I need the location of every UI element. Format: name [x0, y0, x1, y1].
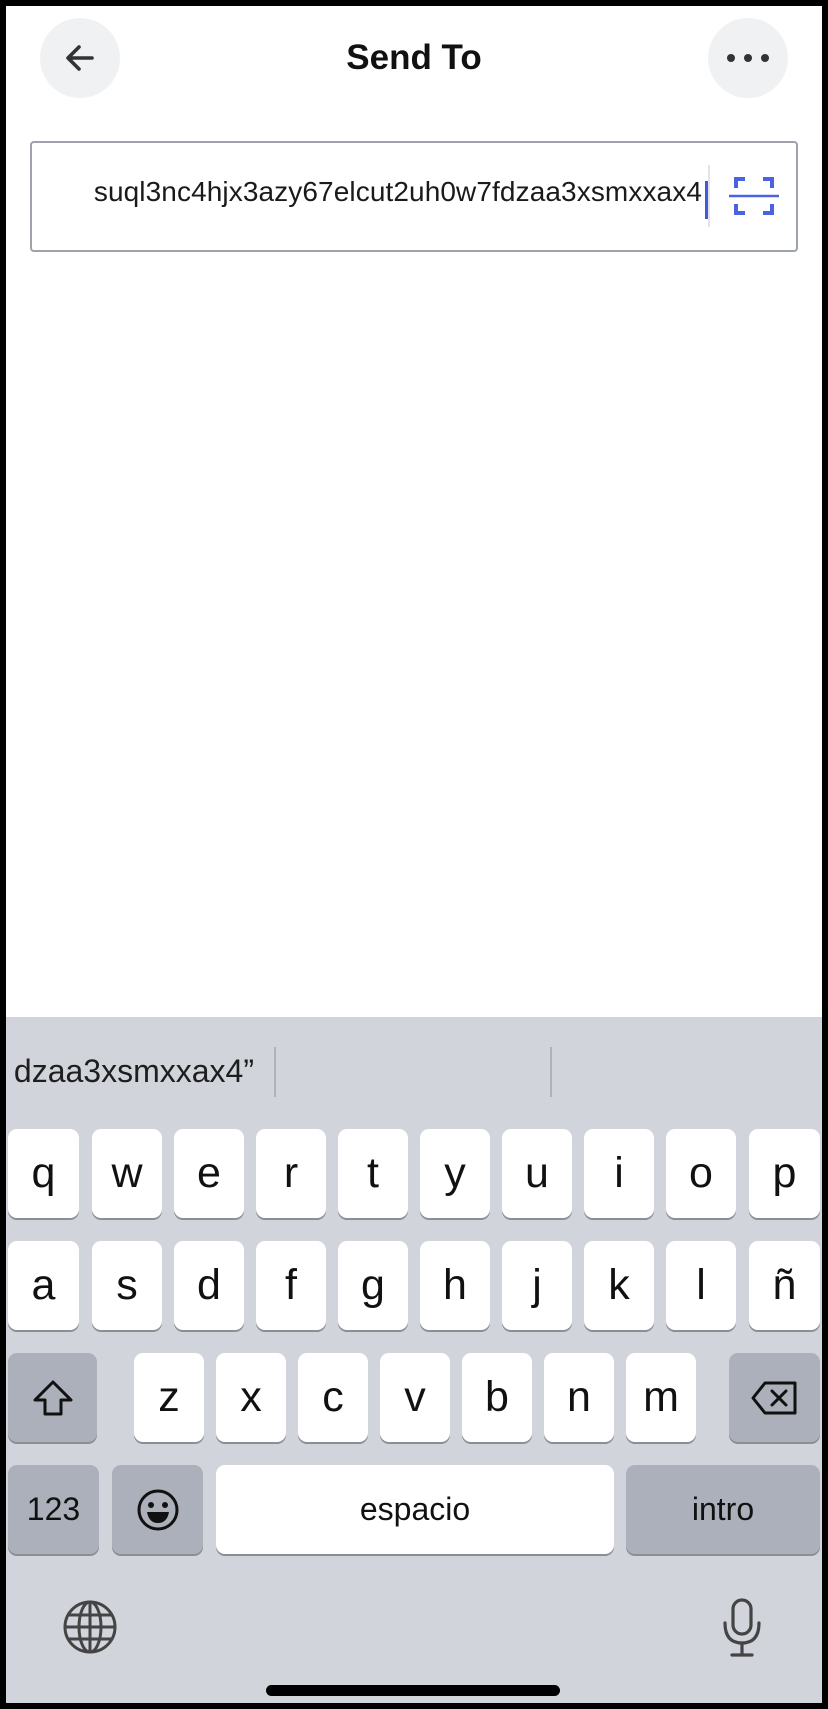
key-o[interactable]: o — [666, 1129, 736, 1218]
return-key[interactable]: intro — [626, 1465, 820, 1554]
backspace-icon — [751, 1381, 796, 1414]
address-value[interactable]: suql3nc4hjx3azy67elcut2uh0w7fdzaa3xsmxxa… — [94, 176, 702, 208]
key-g[interactable]: g — [338, 1241, 408, 1330]
globe-button[interactable] — [62, 1599, 118, 1660]
key-d[interactable]: d — [174, 1241, 244, 1330]
key-f[interactable]: f — [256, 1241, 326, 1330]
key-p[interactable]: p — [749, 1129, 820, 1218]
address-input[interactable]: suql3nc4hjx3azy67elcut2uh0w7fdzaa3xsmxxa… — [30, 141, 798, 252]
numbers-key[interactable]: 123 — [8, 1465, 99, 1554]
key-q[interactable]: q — [8, 1129, 79, 1218]
key-y[interactable]: y — [420, 1129, 490, 1218]
shift-icon — [33, 1380, 72, 1415]
emoji-key[interactable] — [112, 1465, 203, 1554]
home-indicator — [266, 1685, 560, 1696]
globe-icon — [63, 1600, 117, 1654]
key-j[interactable]: j — [502, 1241, 572, 1330]
key-t[interactable]: t — [338, 1129, 408, 1218]
key-n-tilde[interactable]: ñ — [749, 1241, 820, 1330]
microphone-icon — [723, 1598, 761, 1657]
key-i[interactable]: i — [584, 1129, 654, 1218]
key-l[interactable]: l — [666, 1241, 736, 1330]
phone-screen: Send To suql3nc4hjx3azy67elcut2uh0w7fdza… — [6, 6, 822, 1703]
key-r[interactable]: r — [256, 1129, 326, 1218]
space-key[interactable]: espacio — [216, 1465, 614, 1554]
suggestion-bar: dzaa3xsmxxax4” — [6, 1017, 822, 1117]
input-divider — [708, 165, 710, 227]
emoji-icon — [137, 1489, 178, 1530]
key-n[interactable]: n — [544, 1353, 614, 1442]
suggestion-item[interactable]: dzaa3xsmxxax4” — [14, 1053, 254, 1090]
header: Send To — [6, 6, 822, 116]
key-a[interactable]: a — [8, 1241, 79, 1330]
more-options-button[interactable] — [708, 18, 788, 98]
key-u[interactable]: u — [502, 1129, 572, 1218]
shift-key[interactable] — [8, 1353, 97, 1442]
key-b[interactable]: b — [462, 1353, 532, 1442]
key-s[interactable]: s — [92, 1241, 162, 1330]
key-e[interactable]: e — [174, 1129, 244, 1218]
scan-qr-button[interactable] — [728, 173, 780, 219]
key-m[interactable]: m — [626, 1353, 696, 1442]
backspace-key[interactable] — [729, 1353, 820, 1442]
suggestion-divider — [274, 1047, 276, 1097]
key-k[interactable]: k — [584, 1241, 654, 1330]
key-w[interactable]: w — [92, 1129, 162, 1218]
page-title: Send To — [346, 38, 482, 77]
keyboard: dzaa3xsmxxax4” q w e r t y u i o p a s d… — [6, 1017, 822, 1703]
key-x[interactable]: x — [216, 1353, 286, 1442]
address-input-viewport: suql3nc4hjx3azy67elcut2uh0w7fdzaa3xsmxxa… — [50, 143, 712, 250]
microphone-button[interactable] — [720, 1597, 764, 1664]
key-v[interactable]: v — [380, 1353, 450, 1442]
key-h[interactable]: h — [420, 1241, 490, 1330]
scan-qr-icon — [729, 177, 779, 215]
key-c[interactable]: c — [298, 1353, 368, 1442]
ellipsis-icon — [727, 54, 769, 62]
suggestion-divider — [550, 1047, 552, 1097]
key-z[interactable]: z — [134, 1353, 204, 1442]
